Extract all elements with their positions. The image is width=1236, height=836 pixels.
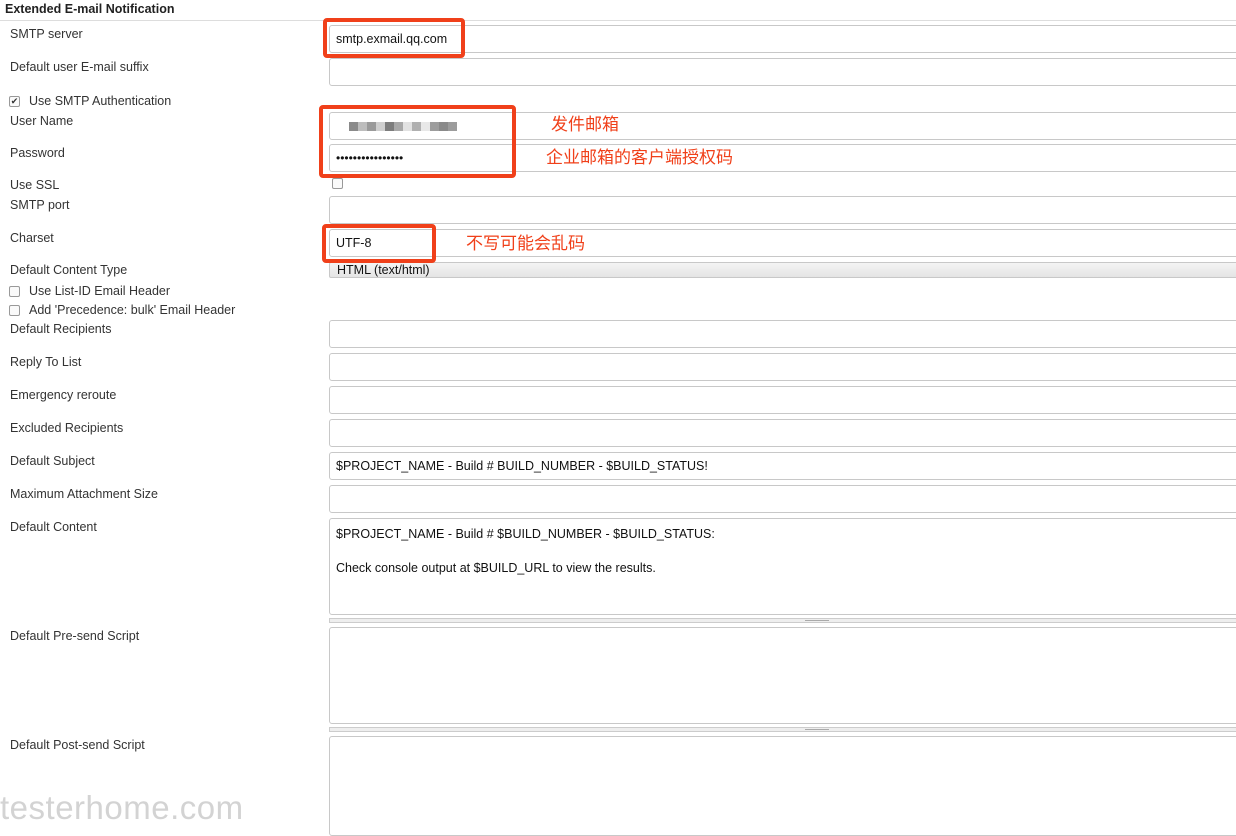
subject-label: Default Subject: [10, 454, 95, 468]
post-send-textarea[interactable]: [329, 736, 1236, 836]
smtp-server-label: SMTP server: [10, 27, 83, 41]
smtp-server-highlight: [323, 18, 465, 58]
smtp-auth-row: ✔ Use SMTP Authentication: [9, 94, 171, 108]
list-id-checkbox[interactable]: [9, 285, 20, 297]
precedence-label: Add 'Precedence: bulk' Email Header: [29, 303, 236, 317]
post-send-label: Default Post-send Script: [10, 738, 145, 752]
default-suffix-input[interactable]: [329, 58, 1236, 86]
content-type-label: Default Content Type: [10, 263, 128, 277]
subject-input[interactable]: $PROJECT_NAME - Build # BUILD_NUMBER - $…: [329, 452, 1236, 480]
credentials-highlight: [319, 105, 516, 178]
precedence-checkbox[interactable]: [9, 304, 20, 316]
reroute-input[interactable]: [329, 386, 1236, 414]
pre-send-resize-handle[interactable]: [329, 727, 1236, 732]
recipients-label: Default Recipients: [10, 322, 112, 336]
use-ssl-checkbox[interactable]: [332, 178, 343, 189]
reroute-label: Emergency reroute: [10, 388, 117, 402]
content-textarea[interactable]: $PROJECT_NAME - Build # $BUILD_NUMBER - …: [329, 518, 1236, 615]
smtp-port-input[interactable]: [329, 196, 1236, 224]
charset-highlight: [322, 224, 436, 263]
section-divider: [0, 20, 1236, 21]
recipients-input[interactable]: [329, 320, 1236, 348]
charset-label: Charset: [10, 231, 54, 245]
pre-send-label: Default Pre-send Script: [10, 629, 140, 643]
list-id-label: Use List-ID Email Header: [29, 284, 171, 298]
precedence-row: Add 'Precedence: bulk' Email Header: [9, 303, 235, 317]
reply-to-label: Reply To List: [10, 355, 82, 369]
content-resize-handle[interactable]: [329, 618, 1236, 623]
smtp-port-label: SMTP port: [10, 198, 70, 212]
excluded-input[interactable]: [329, 419, 1236, 447]
section-title: Extended E-mail Notification: [5, 2, 175, 16]
pre-send-textarea[interactable]: [329, 627, 1236, 724]
max-attach-label: Maximum Attachment Size: [10, 487, 158, 501]
auth-code-note: 企业邮箱的客户端授权码: [546, 148, 733, 168]
charset-note: 不写可能会乱码: [466, 234, 585, 254]
smtp-auth-label: Use SMTP Authentication: [29, 94, 172, 108]
reply-to-input[interactable]: [329, 353, 1236, 381]
sender-mailbox-note: 发件邮箱: [551, 115, 619, 135]
default-suffix-label: Default user E-mail suffix: [10, 60, 149, 74]
content-label: Default Content: [10, 520, 97, 534]
content-type-select[interactable]: HTML (text/html): [329, 262, 1236, 278]
list-id-row: Use List-ID Email Header: [9, 284, 170, 298]
smtp-auth-checkbox[interactable]: ✔: [9, 95, 20, 107]
user-name-label: User Name: [10, 114, 74, 128]
use-ssl-label: Use SSL: [10, 178, 60, 192]
watermark: testerhome.com: [0, 789, 244, 826]
smtp-server-input[interactable]: smtp.exmail.qq.com: [329, 25, 1236, 53]
excluded-label: Excluded Recipients: [10, 421, 124, 435]
max-attach-input[interactable]: [329, 485, 1236, 513]
password-label: Password: [10, 146, 65, 160]
